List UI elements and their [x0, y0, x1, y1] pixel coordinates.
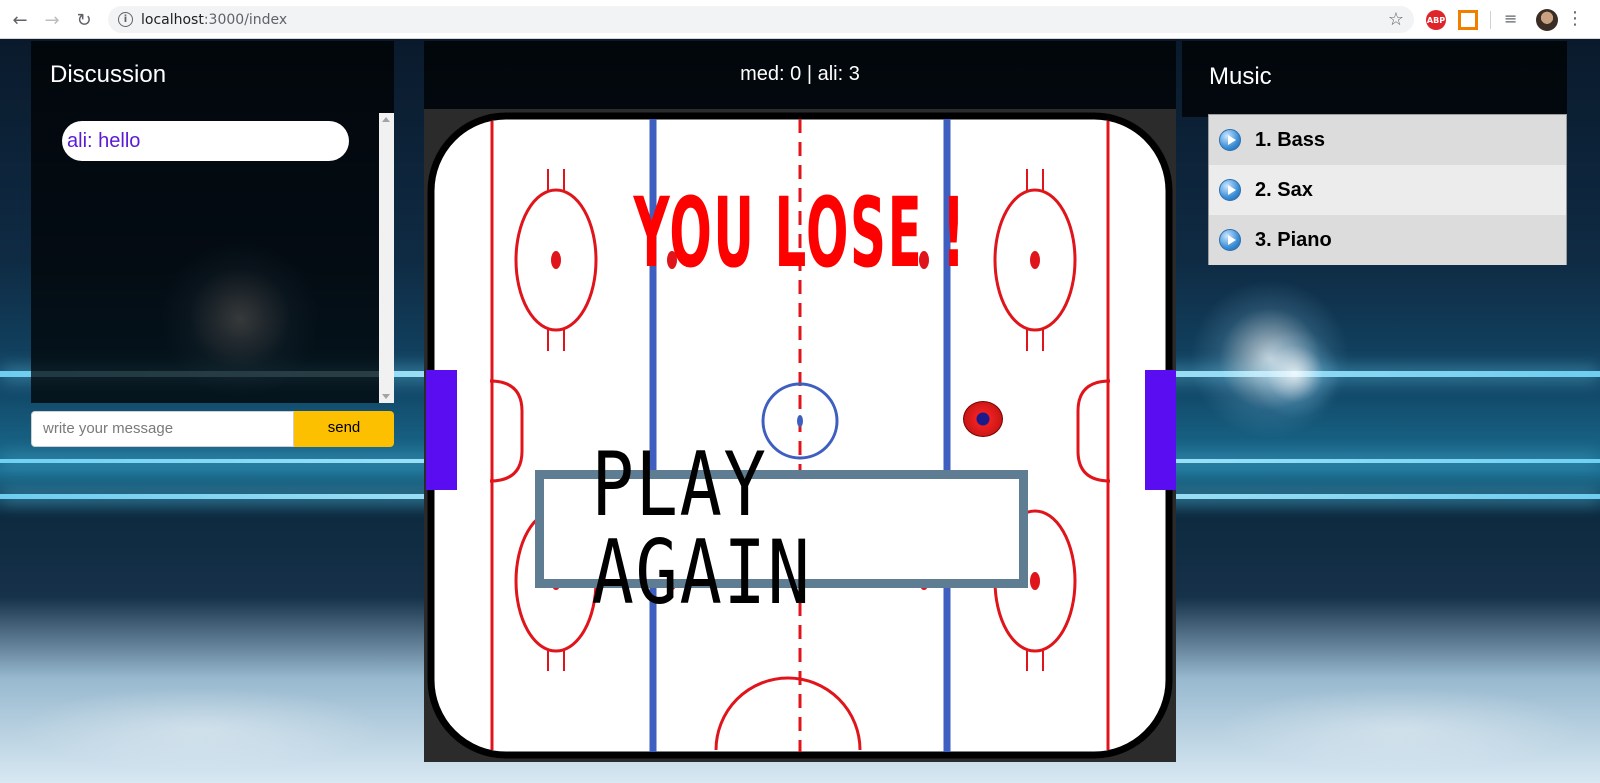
- toolbar-divider: [1490, 11, 1491, 29]
- track-label: 1. Bass: [1255, 128, 1326, 151]
- scroll-down-arrow-icon[interactable]: [382, 394, 390, 399]
- url-host: localhost: [141, 12, 204, 28]
- play-icon[interactable]: [1219, 229, 1241, 251]
- scroll-up-arrow-icon[interactable]: [382, 117, 390, 122]
- music-track-list: 1. Bass 2. Sax 3. Piano: [1208, 114, 1567, 265]
- discussion-title: Discussion: [50, 61, 167, 88]
- chat-scrollbar[interactable]: [379, 113, 394, 403]
- layout-extension-icon[interactable]: [1458, 10, 1478, 30]
- send-button[interactable]: send: [294, 411, 394, 447]
- music-panel: Music: [1182, 41, 1567, 117]
- score-text: med: 0 | ali: 3: [740, 63, 860, 85]
- media-playlist-icon[interactable]: ≡: [1504, 9, 1517, 28]
- adblock-extension-icon[interactable]: ABP: [1426, 10, 1446, 30]
- bookmark-star-icon[interactable]: ☆: [1388, 9, 1404, 30]
- discussion-panel: Discussion ali: hello: [31, 41, 394, 403]
- play-again-button[interactable]: PLAY AGAIN: [535, 441, 1028, 617]
- address-bar[interactable]: i localhost:3000/index ☆: [108, 6, 1414, 33]
- site-info-icon[interactable]: i: [118, 12, 133, 27]
- chat-message: ali: hello: [62, 121, 349, 161]
- music-title: Music: [1209, 63, 1272, 90]
- message-input[interactable]: write your message: [31, 411, 294, 447]
- track-item-piano[interactable]: 3. Piano: [1209, 215, 1566, 265]
- url-text: localhost:3000/index: [141, 12, 287, 28]
- url-path: :3000/index: [203, 12, 288, 28]
- play-icon[interactable]: [1219, 179, 1241, 201]
- track-item-sax[interactable]: 2. Sax: [1209, 165, 1566, 215]
- forward-icon[interactable]: →: [40, 8, 64, 32]
- arena-spotlight: [1250, 329, 1340, 419]
- track-item-bass[interactable]: 1. Bass: [1209, 115, 1566, 165]
- browser-menu-icon[interactable]: ⋮: [1566, 8, 1584, 29]
- play-icon[interactable]: [1219, 129, 1241, 151]
- chat-messages: ali: hello: [31, 113, 394, 403]
- profile-avatar[interactable]: [1536, 9, 1558, 31]
- back-icon[interactable]: ←: [8, 8, 32, 32]
- puck: [963, 401, 1003, 437]
- track-label: 3. Piano: [1255, 228, 1332, 251]
- play-again-label: PLAY AGAIN: [591, 433, 812, 624]
- player-paddle-left[interactable]: [426, 370, 457, 490]
- track-label: 2. Sax: [1255, 178, 1313, 201]
- reload-icon[interactable]: ↻: [72, 8, 96, 32]
- game-result-text: YOU LOSE !: [633, 177, 967, 289]
- browser-toolbar: ← → ↻ i localhost:3000/index ☆ ABP ≡ ⋮: [0, 0, 1600, 39]
- opponent-paddle-right: [1145, 370, 1176, 490]
- score-bar: med: 0 | ali: 3: [424, 41, 1176, 109]
